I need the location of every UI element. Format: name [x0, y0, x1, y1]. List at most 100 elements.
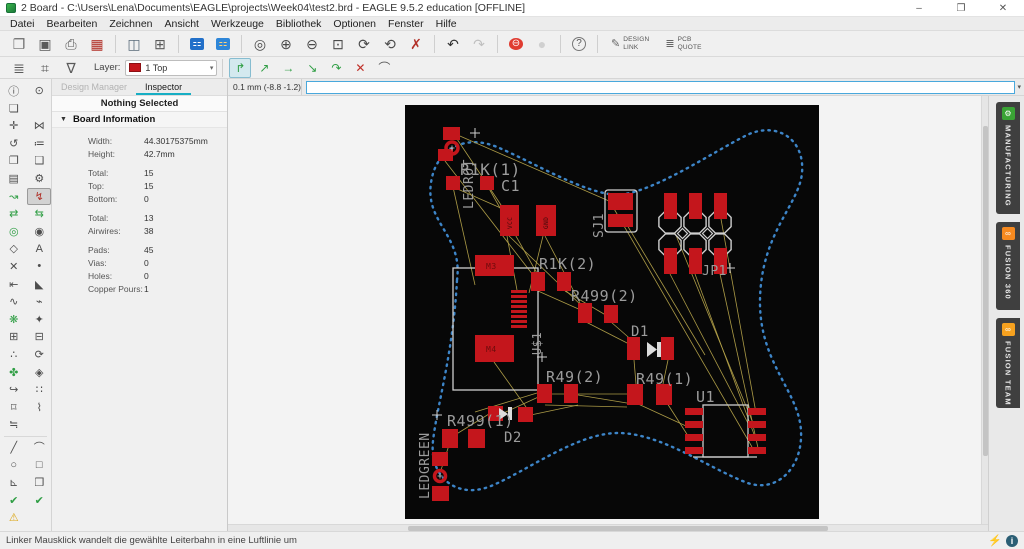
pad-tool[interactable]: ◉ — [28, 223, 52, 240]
bend-style-4-button[interactable]: ↷ — [325, 58, 347, 78]
layer-select[interactable]: 1 Top ▾ — [125, 59, 218, 76]
autorouter-tool[interactable]: ✦ — [28, 311, 52, 328]
smd-pad[interactable] — [608, 214, 633, 227]
wire-tool[interactable]: ╱ — [2, 439, 26, 456]
menu-optionen[interactable]: Optionen — [327, 18, 382, 30]
align-tool[interactable]: ≔ — [28, 135, 52, 152]
smd-pad[interactable] — [537, 384, 552, 403]
board-label-R1K2[interactable]: R1K(2) — [539, 255, 596, 273]
zoom-fit-button[interactable]: ◎ — [248, 33, 272, 55]
smd-pad[interactable] — [685, 421, 703, 428]
help-button[interactable]: ? — [567, 33, 591, 55]
smd-pad[interactable] — [511, 325, 527, 328]
board-label-D2[interactable]: D2 — [504, 430, 522, 446]
board-label-GND[interactable]: GND — [543, 217, 550, 229]
board-label-C1[interactable]: C1 — [501, 177, 520, 195]
pinswap-tool[interactable]: ✕ — [2, 258, 26, 275]
cancel-button[interactable]: ✗ — [404, 33, 428, 55]
smd-pad[interactable] — [511, 305, 527, 308]
library-tool[interactable]: ⊟ — [28, 328, 52, 345]
menu-bibliothek[interactable]: Bibliothek — [270, 18, 328, 30]
grid-settings-button[interactable]: ⌗ — [33, 57, 57, 79]
ripup-tool[interactable]: ↯ — [27, 187, 51, 205]
smd-pad[interactable] — [714, 193, 727, 219]
zoom-redraw-button[interactable]: ⟳ — [352, 33, 376, 55]
smd-pad[interactable] — [557, 272, 571, 291]
update-tool[interactable]: ⟳ — [28, 346, 52, 363]
refresh-button[interactable]: ⟲ — [378, 33, 402, 55]
layer-settings-button[interactable]: ≣ — [7, 57, 31, 79]
schematic-editor-button[interactable]: ⚏ — [185, 33, 209, 55]
tab-inspector[interactable]: Inspector — [136, 79, 192, 95]
miter-button[interactable]: ⌒ — [373, 58, 395, 78]
move-tool[interactable]: ✛ — [2, 117, 26, 134]
vertical-scrollbar[interactable] — [981, 96, 988, 524]
smd-pad[interactable] — [511, 310, 527, 313]
filter-button[interactable]: ∇ — [59, 57, 83, 79]
smd-pad[interactable] — [468, 429, 485, 448]
menu-datei[interactable]: Datei — [4, 18, 41, 30]
cam-processor-button[interactable]: ▦ — [85, 33, 109, 55]
smd-pad[interactable] — [661, 337, 674, 360]
drawing-canvas[interactable]: R1K(1) C1 SJ1 JP1 R1K(2) R499(2) D1 R49(2) R49(1… — [228, 96, 988, 531]
smd-pad[interactable] — [748, 434, 766, 441]
smd-pad[interactable] — [511, 290, 527, 293]
print-button[interactable]: ⎙ — [59, 33, 83, 55]
smd-pad[interactable] — [664, 193, 677, 219]
info-icon[interactable]: i — [1006, 534, 1018, 547]
smd-pad[interactable] — [511, 295, 527, 298]
show-tool[interactable]: ⊙ — [28, 82, 52, 99]
horizontal-scrollbar[interactable] — [228, 524, 988, 531]
redo-button[interactable]: ↷ — [467, 33, 491, 55]
load-job-button[interactable]: ◫ — [122, 33, 146, 55]
smd-pad[interactable] — [685, 408, 703, 415]
dimension-tool[interactable]: ⇤ — [2, 276, 26, 293]
board-label-VCC[interactable]: VCC — [507, 217, 514, 229]
smd-pad[interactable] — [578, 303, 592, 323]
smd-pad[interactable] — [748, 408, 766, 415]
bend-style-2-button[interactable]: → — [277, 58, 299, 78]
meander2-tool[interactable]: ⌇ — [28, 399, 52, 416]
copper-pour-tool[interactable]: ◣ — [28, 276, 52, 293]
unroute-tool[interactable]: ⇄ — [2, 205, 26, 222]
smd-pad[interactable] — [685, 434, 703, 441]
board-label-R491[interactable]: R49(1) — [636, 370, 693, 388]
board-label-U1[interactable]: U$1 — [530, 332, 544, 355]
smd-pad[interactable] — [511, 320, 527, 323]
array-tool[interactable]: ⊞ — [2, 328, 26, 345]
remove-bend-button[interactable]: ✕ — [349, 58, 371, 78]
zoom-select-button[interactable]: ⊡ — [326, 33, 350, 55]
board-editor-button[interactable]: ⚏ — [211, 33, 235, 55]
pcb-quote-button[interactable]: ≣ PCB QUOTE — [661, 35, 705, 52]
smd-pad[interactable] — [608, 193, 633, 210]
rail-tab-fusion-360[interactable]: ∞ FUSION 360 — [996, 222, 1020, 310]
board-label-R492[interactable]: R49(2) — [546, 368, 603, 386]
rect-tool[interactable]: □ — [28, 456, 52, 473]
board-label-LEDROT[interactable]: LEDROT — [462, 159, 477, 209]
smd-pad[interactable] — [604, 305, 618, 323]
menu-fenster[interactable]: Fenster — [382, 18, 430, 30]
smd-pad[interactable] — [432, 452, 448, 466]
board-label-SJ1[interactable]: SJ1 — [592, 213, 607, 238]
board-label-U1[interactable]: U1 — [696, 388, 715, 406]
optimize-tool[interactable]: ⇆ — [28, 205, 52, 222]
via-tool[interactable]: ◎ — [2, 223, 26, 240]
errors-tool[interactable]: ⚠ — [2, 509, 26, 526]
menu-hilfe[interactable]: Hilfe — [430, 18, 463, 30]
arc-tool[interactable]: ⌒ — [28, 439, 52, 456]
smd-pad[interactable] — [564, 384, 578, 403]
smd-pad[interactable] — [446, 176, 460, 190]
follow-me-router-tool[interactable]: ✤ — [2, 364, 26, 381]
board-label-R4992[interactable]: R499(2) — [571, 287, 638, 305]
smd-pad[interactable] — [442, 429, 458, 448]
board-label-JP1[interactable]: JP1 — [702, 264, 727, 279]
save-button[interactable]: ▣ — [33, 33, 57, 55]
board-label-M3[interactable]: M3 — [486, 262, 497, 271]
undo-button[interactable]: ↶ — [441, 33, 465, 55]
display-layers-tool[interactable]: ❏ — [2, 100, 26, 117]
go-button[interactable]: ● — [530, 33, 554, 55]
maximize-button[interactable]: ❐ — [940, 0, 982, 16]
board-label-R4991[interactable]: R499(1) — [447, 412, 514, 430]
board-label-LEDGREEN[interactable]: LEDGREEN — [418, 432, 433, 499]
components-3d-tool[interactable]: ◈ — [28, 364, 52, 381]
